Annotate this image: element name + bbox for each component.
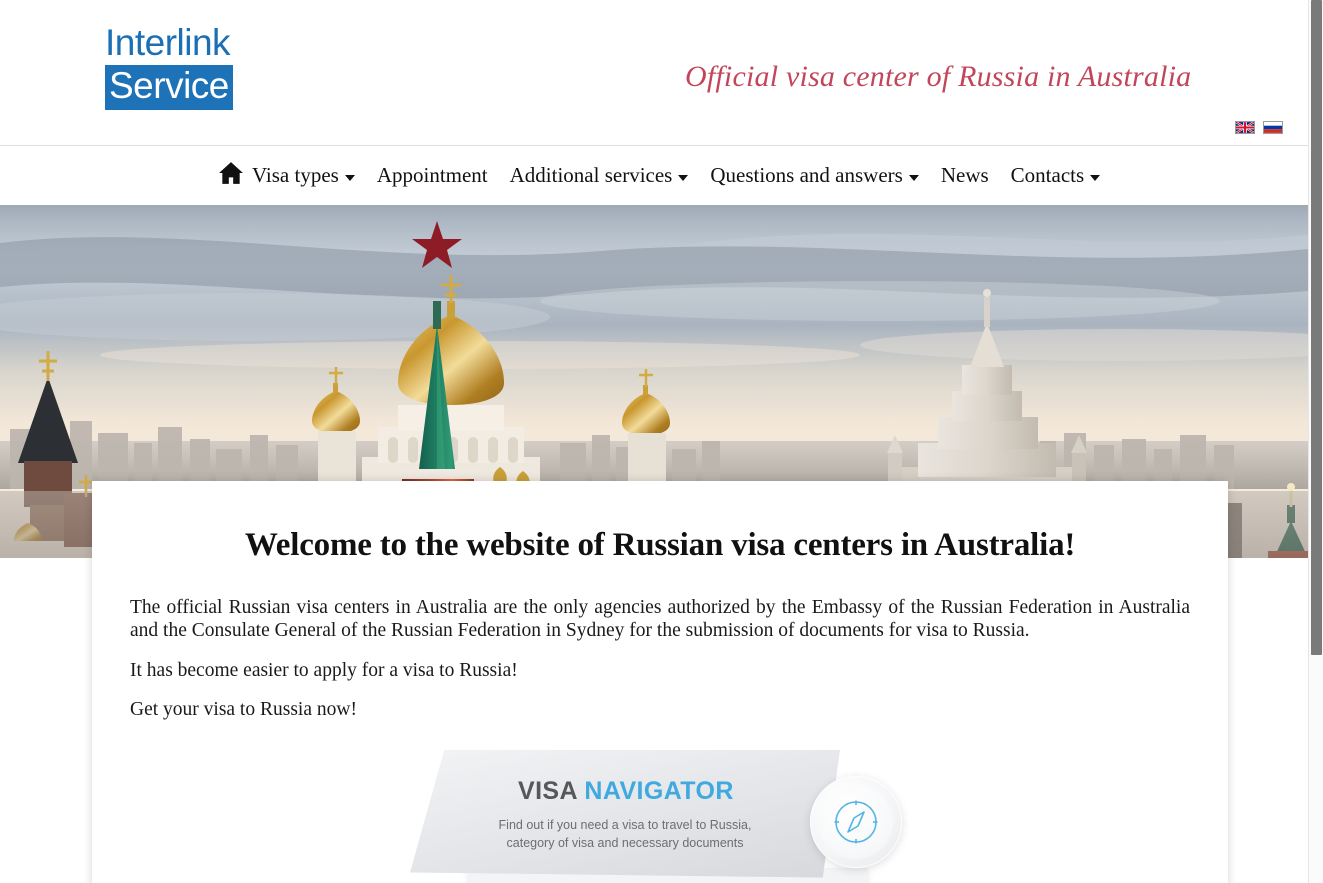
vertical-scrollbar[interactable] (1308, 0, 1323, 883)
chevron-down-icon (678, 174, 689, 181)
chevron-down-icon (1090, 174, 1101, 181)
content-card: Welcome to the website of Russian visa c… (92, 481, 1228, 883)
site-logo[interactable]: Interlink Service (105, 24, 260, 110)
navigator-title-navigator: NAVIGATOR (584, 776, 734, 805)
site-tagline: Official visa center of Russia in Austra… (685, 60, 1192, 93)
intro-paragraph: The official Russian visa centers in Aus… (130, 597, 1190, 642)
logo-text-top: Interlink (105, 22, 231, 63)
nav-label: News (940, 163, 989, 187)
easier-paragraph: It has become easier to apply for a visa… (130, 659, 518, 681)
nav-label: Questions and answers (710, 163, 903, 187)
nav-item-news[interactable]: News (941, 163, 989, 188)
site-header: Interlink Service Official visa center o… (0, 0, 1308, 146)
compass-icon (834, 800, 878, 844)
page-root: Interlink Service Official visa center o… (0, 0, 1323, 883)
language-switcher (1235, 121, 1283, 134)
navigator-title-visa: VISA (518, 776, 578, 805)
home-icon[interactable] (218, 161, 244, 190)
visa-navigator-section: VISA NAVIGATOR Find out if you need a vi… (130, 744, 1190, 883)
navigator-subtitle-line1: Find out if you need a visa to travel to… (498, 817, 752, 832)
nav-item-questions-and-answers[interactable]: Questions and answers (710, 163, 919, 188)
main-navigation: Visa types Appointment Additional servic… (0, 146, 1308, 205)
nav-item-visa-types[interactable]: Visa types (252, 163, 355, 188)
chevron-down-icon (344, 174, 355, 181)
nav-item-additional-services[interactable]: Additional services (510, 163, 689, 188)
navigator-subtitle-line2: category of visa and necessary documents (506, 835, 744, 850)
navigator-subtitle: Find out if you need a visa to travel to… (495, 816, 755, 852)
chevron-down-icon (908, 174, 919, 181)
navigator-title: VISA NAVIGATOR (518, 777, 734, 806)
cta-paragraph: Get your visa to Russia now! (130, 699, 357, 721)
navigator-plate (410, 749, 840, 878)
russia-flag-icon[interactable] (1263, 121, 1283, 134)
logo-text-bottom: Service (105, 65, 233, 110)
uk-flag-icon[interactable] (1235, 121, 1255, 134)
nav-label: Appointment (376, 163, 488, 187)
nav-label: Contacts (1010, 163, 1085, 187)
visa-navigator-banner[interactable]: VISA NAVIGATOR Find out if you need a vi… (410, 744, 910, 883)
scrollbar-thumb[interactable] (1311, 0, 1322, 655)
compass-badge-inner (819, 784, 893, 859)
nav-item-appointment[interactable]: Appointment (377, 163, 488, 188)
nav-item-contacts[interactable]: Contacts (1011, 163, 1101, 188)
compass-badge[interactable] (810, 775, 902, 868)
page-title: Welcome to the website of Russian visa c… (244, 527, 1076, 563)
nav-label: Additional services (509, 163, 673, 187)
nav-label: Visa types (252, 163, 339, 187)
